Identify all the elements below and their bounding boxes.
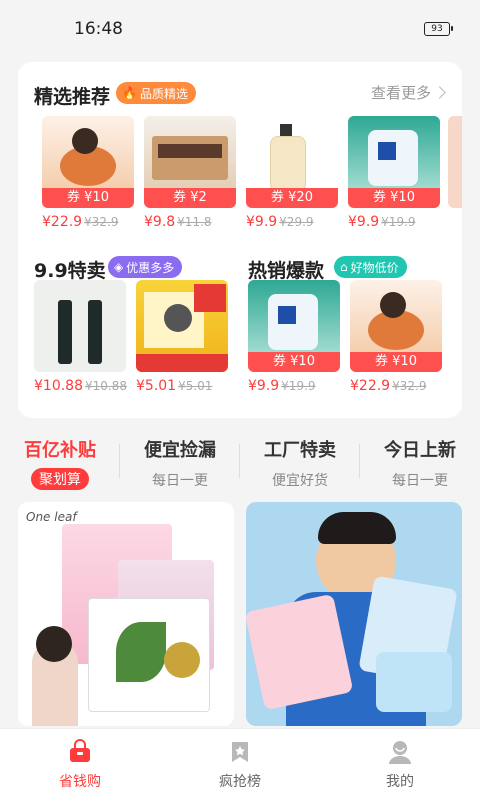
special-title: 9.9特卖 [34,260,106,282]
product-image: 券 ¥10 [350,280,442,372]
product-card[interactable]: 券 ¥10 ¥22.9 ¥32.9 [42,116,134,230]
special-tag: ◈ 优惠多多 [108,256,183,278]
tab-subsidy-badge: 聚划算 [31,468,89,490]
nav-profile[interactable]: 我的 [320,729,480,801]
profile-icon [389,741,411,764]
tab-bargain[interactable]: 便宜捡漏 每日一更 [120,436,240,492]
product-card[interactable]: 券 ¥20 ¥9.9 ¥29.9 [246,116,338,230]
tab-subsidy[interactable]: 百亿补贴 聚划算 [0,436,120,492]
product-card[interactable]: 券 ¥2 ¥9.8 ¥11.8 [144,116,236,230]
tag-icon: ◈ [114,260,124,274]
hot-tag: ⌂ 好物低价 [334,256,407,278]
hot-title: 热销爆款 [248,260,325,282]
bookmark-star-icon [232,742,248,762]
brand-logo: One leaf [26,510,77,524]
product-card[interactable]: ¥10.88 ¥10.88 [34,280,127,394]
category-tabs: 百亿补贴 聚划算 便宜捡漏 每日一更 工厂特卖 便宜好货 今日上新 每日一更 [0,436,480,492]
product-image [34,280,126,372]
bag-icon: ⌂ [340,260,348,274]
battery-icon: 93 [424,22,453,36]
product-image [136,280,228,372]
clock: 16:48 [74,19,123,39]
product-image: 券 ¥10 [42,116,134,208]
banner-right[interactable] [246,502,462,726]
product-peek [448,116,462,208]
tab-factory[interactable]: 工厂特卖 便宜好货 [240,436,360,492]
nav-save[interactable]: 省钱购 [0,729,160,801]
tab-new[interactable]: 今日上新 每日一更 [360,436,480,492]
product-image: 券 ¥10 [248,280,340,372]
chevron-right-icon [433,86,446,99]
recommend-card: 精选推荐 🔥 品质精选 查看更多 券 ¥10 ¥22.9 ¥32.9 券 ¥2 ¥… [18,62,462,418]
nav-ranking[interactable]: 疯抢榜 [160,729,320,801]
shopping-basket-icon [70,739,90,762]
product-card[interactable]: 券 ¥10 ¥22.9 ¥32.9 [350,280,442,394]
product-image: 券 ¥20 [246,116,338,208]
see-more-link[interactable]: 查看更多 [371,82,446,103]
status-bar: 16:48 93 [0,0,480,58]
selected-tag: 🔥 品质精选 [116,82,196,104]
product-card[interactable]: 券 ¥10 ¥9.9 ¥19.9 [248,280,340,394]
product-card[interactable]: 券 ¥10 ¥9.9 ¥19.9 [348,116,440,230]
bottom-nav: 省钱购 疯抢榜 我的 [0,728,480,801]
product-card[interactable]: ¥5.01 ¥5.01 [136,280,228,394]
flame-icon: 🔥 [122,86,137,100]
selected-title: 精选推荐 [34,86,111,108]
product-image: 券 ¥2 [144,116,236,208]
banner-left[interactable]: One leaf [18,502,234,726]
product-image: 券 ¥10 [348,116,440,208]
